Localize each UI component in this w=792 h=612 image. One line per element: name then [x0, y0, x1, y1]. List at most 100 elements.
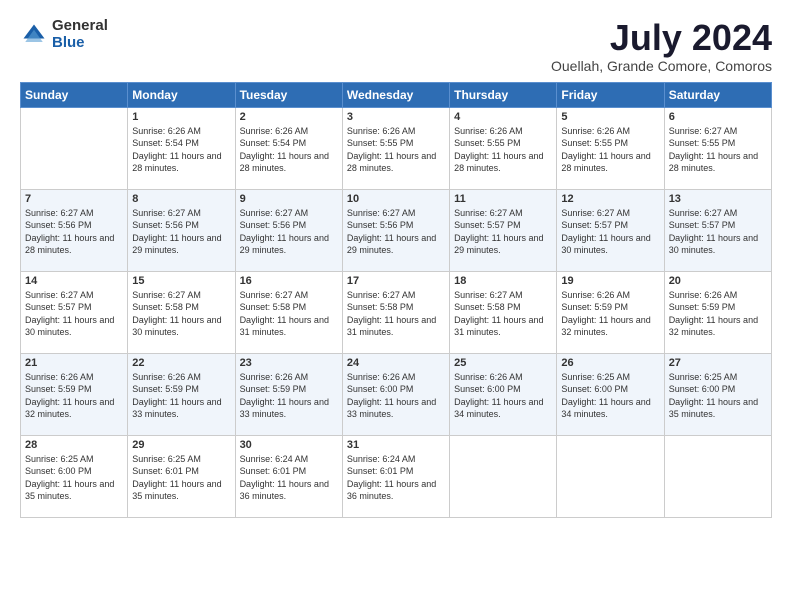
day-cell: 22 Sunrise: 6:26 AMSunset: 5:59 PMDayligh… — [128, 353, 235, 435]
logo-text: General Blue — [52, 18, 108, 51]
day-cell: 6Sunrise: 6:27 AMSunset: 5:55 PMDaylight… — [664, 107, 771, 189]
day-number: 1 — [132, 111, 230, 123]
day-number: 8 — [132, 193, 230, 205]
day-cell: 4 Sunrise: 6:26 AMSunset: 5:55 PMDaylight… — [450, 107, 557, 189]
day-cell: 26 Sunrise: 6:25 AMSunset: 6:00 PMDayligh… — [557, 353, 664, 435]
day-cell: 24Sunrise: 6:26 AMSunset: 6:00 PMDayligh… — [342, 353, 449, 435]
day-cell: 14Sunrise: 6:27 AMSunset: 5:57 PMDayligh… — [21, 271, 128, 353]
day-cell: 8 Sunrise: 6:27 AMSunset: 5:56 PMDaylight… — [128, 189, 235, 271]
day-cell: 7 Sunrise: 6:27 AMSunset: 5:56 PMDaylight… — [21, 189, 128, 271]
day-number: 30 — [240, 439, 338, 451]
day-info: Sunrise: 6:26 AMSunset: 5:59 PMDaylight:… — [25, 371, 123, 421]
location: Ouellah, Grande Comore, Comoros — [551, 58, 772, 74]
day-cell: 30 Sunrise: 6:24 AMSunset: 6:01 PMDayligh… — [235, 435, 342, 517]
day-info: Sunrise: 6:27 AMSunset: 5:58 PMDaylight:… — [454, 289, 552, 339]
day-number: 6 — [669, 111, 767, 123]
header-monday: Monday — [128, 82, 235, 107]
page: General Blue July 2024 Ouellah, Grande C… — [0, 0, 792, 612]
logo-general-text: General — [52, 18, 108, 35]
header-tuesday: Tuesday — [235, 82, 342, 107]
day-info: Sunrise: 6:24 AMSunset: 6:01 PMDaylight:… — [347, 453, 445, 503]
day-info: Sunrise: 6:27 AMSunset: 5:56 PMDaylight:… — [132, 207, 230, 257]
day-number: 28 — [25, 439, 123, 451]
header-sunday: Sunday — [21, 82, 128, 107]
day-number: 10 — [347, 193, 445, 205]
day-info: Sunrise: 6:25 AMSunset: 6:00 PMDaylight:… — [25, 453, 123, 503]
day-number: 16 — [240, 275, 338, 287]
day-number: 17 — [347, 275, 445, 287]
day-info: Sunrise: 6:27 AMSunset: 5:56 PMDaylight:… — [347, 207, 445, 257]
day-number: 23 — [240, 357, 338, 369]
day-info: Sunrise: 6:27 AMSunset: 5:58 PMDaylight:… — [347, 289, 445, 339]
day-cell: 29 Sunrise: 6:25 AMSunset: 6:01 PMDayligh… — [128, 435, 235, 517]
week-row-1: 1 Sunrise: 6:26 AMSunset: 5:54 PMDaylight… — [21, 107, 772, 189]
day-info: Sunrise: 6:27 AMSunset: 5:56 PMDaylight:… — [25, 207, 123, 257]
day-number: 2 — [240, 111, 338, 123]
day-info: Sunrise: 6:26 AMSunset: 5:54 PMDaylight:… — [132, 125, 230, 175]
day-number: 12 — [561, 193, 659, 205]
day-cell: 27Sunrise: 6:25 AMSunset: 6:00 PMDayligh… — [664, 353, 771, 435]
day-info: Sunrise: 6:26 AMSunset: 5:59 PMDaylight:… — [669, 289, 767, 339]
day-number: 13 — [669, 193, 767, 205]
day-cell: 10 Sunrise: 6:27 AMSunset: 5:56 PMDayligh… — [342, 189, 449, 271]
day-number: 4 — [454, 111, 552, 123]
day-number: 26 — [561, 357, 659, 369]
calendar-body: 1 Sunrise: 6:26 AMSunset: 5:54 PMDaylight… — [21, 107, 772, 517]
day-info: Sunrise: 6:27 AMSunset: 5:58 PMDaylight:… — [240, 289, 338, 339]
day-info: Sunrise: 6:27 AMSunset: 5:57 PMDaylight:… — [561, 207, 659, 257]
day-cell: 11 Sunrise: 6:27 AMSunset: 5:57 PMDayligh… — [450, 189, 557, 271]
day-cell: 2Sunrise: 6:26 AMSunset: 5:54 PMDaylight… — [235, 107, 342, 189]
day-cell: 9 Sunrise: 6:27 AMSunset: 5:56 PMDaylight… — [235, 189, 342, 271]
day-info: Sunrise: 6:27 AMSunset: 5:56 PMDaylight:… — [240, 207, 338, 257]
day-cell: 28 Sunrise: 6:25 AMSunset: 6:00 PMDayligh… — [21, 435, 128, 517]
day-info: Sunrise: 6:24 AMSunset: 6:01 PMDaylight:… — [240, 453, 338, 503]
day-cell — [21, 107, 128, 189]
day-number: 21 — [25, 357, 123, 369]
day-cell: 19Sunrise: 6:26 AMSunset: 5:59 PMDayligh… — [557, 271, 664, 353]
day-number: 24 — [347, 357, 445, 369]
day-info: Sunrise: 6:25 AMSunset: 6:01 PMDaylight:… — [132, 453, 230, 503]
day-number: 5 — [561, 111, 659, 123]
day-cell: 17 Sunrise: 6:27 AMSunset: 5:58 PMDayligh… — [342, 271, 449, 353]
day-info: Sunrise: 6:25 AMSunset: 6:00 PMDaylight:… — [669, 371, 767, 421]
week-row-5: 28 Sunrise: 6:25 AMSunset: 6:00 PMDayligh… — [21, 435, 772, 517]
day-cell: 3 Sunrise: 6:26 AMSunset: 5:55 PMDaylight… — [342, 107, 449, 189]
day-cell: 21 Sunrise: 6:26 AMSunset: 5:59 PMDayligh… — [21, 353, 128, 435]
day-number: 7 — [25, 193, 123, 205]
logo-icon — [20, 21, 48, 49]
logo: General Blue — [20, 18, 108, 51]
day-cell: 25 Sunrise: 6:26 AMSunset: 6:00 PMDayligh… — [450, 353, 557, 435]
day-number: 29 — [132, 439, 230, 451]
day-cell: 15Sunrise: 6:27 AMSunset: 5:58 PMDayligh… — [128, 271, 235, 353]
week-row-4: 21 Sunrise: 6:26 AMSunset: 5:59 PMDayligh… — [21, 353, 772, 435]
header-friday: Friday — [557, 82, 664, 107]
day-number: 20 — [669, 275, 767, 287]
day-number: 11 — [454, 193, 552, 205]
day-info: Sunrise: 6:26 AMSunset: 5:59 PMDaylight:… — [132, 371, 230, 421]
day-number: 25 — [454, 357, 552, 369]
day-number: 31 — [347, 439, 445, 451]
week-row-2: 7 Sunrise: 6:27 AMSunset: 5:56 PMDaylight… — [21, 189, 772, 271]
day-number: 9 — [240, 193, 338, 205]
day-info: Sunrise: 6:27 AMSunset: 5:57 PMDaylight:… — [454, 207, 552, 257]
day-number: 22 — [132, 357, 230, 369]
day-info: Sunrise: 6:25 AMSunset: 6:00 PMDaylight:… — [561, 371, 659, 421]
day-info: Sunrise: 6:27 AMSunset: 5:57 PMDaylight:… — [669, 207, 767, 257]
day-info: Sunrise: 6:26 AMSunset: 5:55 PMDaylight:… — [454, 125, 552, 175]
month-title: July 2024 — [551, 18, 772, 58]
day-cell — [557, 435, 664, 517]
day-info: Sunrise: 6:26 AMSunset: 6:00 PMDaylight:… — [454, 371, 552, 421]
day-number: 18 — [454, 275, 552, 287]
title-block: July 2024 Ouellah, Grande Comore, Comoro… — [551, 18, 772, 74]
day-info: Sunrise: 6:26 AMSunset: 5:55 PMDaylight:… — [347, 125, 445, 175]
header: General Blue July 2024 Ouellah, Grande C… — [20, 18, 772, 74]
header-thursday: Thursday — [450, 82, 557, 107]
day-cell: 18 Sunrise: 6:27 AMSunset: 5:58 PMDayligh… — [450, 271, 557, 353]
day-info: Sunrise: 6:26 AMSunset: 5:59 PMDaylight:… — [240, 371, 338, 421]
header-saturday: Saturday — [664, 82, 771, 107]
week-row-3: 14Sunrise: 6:27 AMSunset: 5:57 PMDayligh… — [21, 271, 772, 353]
day-cell: 12 Sunrise: 6:27 AMSunset: 5:57 PMDayligh… — [557, 189, 664, 271]
day-number: 3 — [347, 111, 445, 123]
calendar-table: Sunday Monday Tuesday Wednesday Thursday… — [20, 82, 772, 518]
header-wednesday: Wednesday — [342, 82, 449, 107]
